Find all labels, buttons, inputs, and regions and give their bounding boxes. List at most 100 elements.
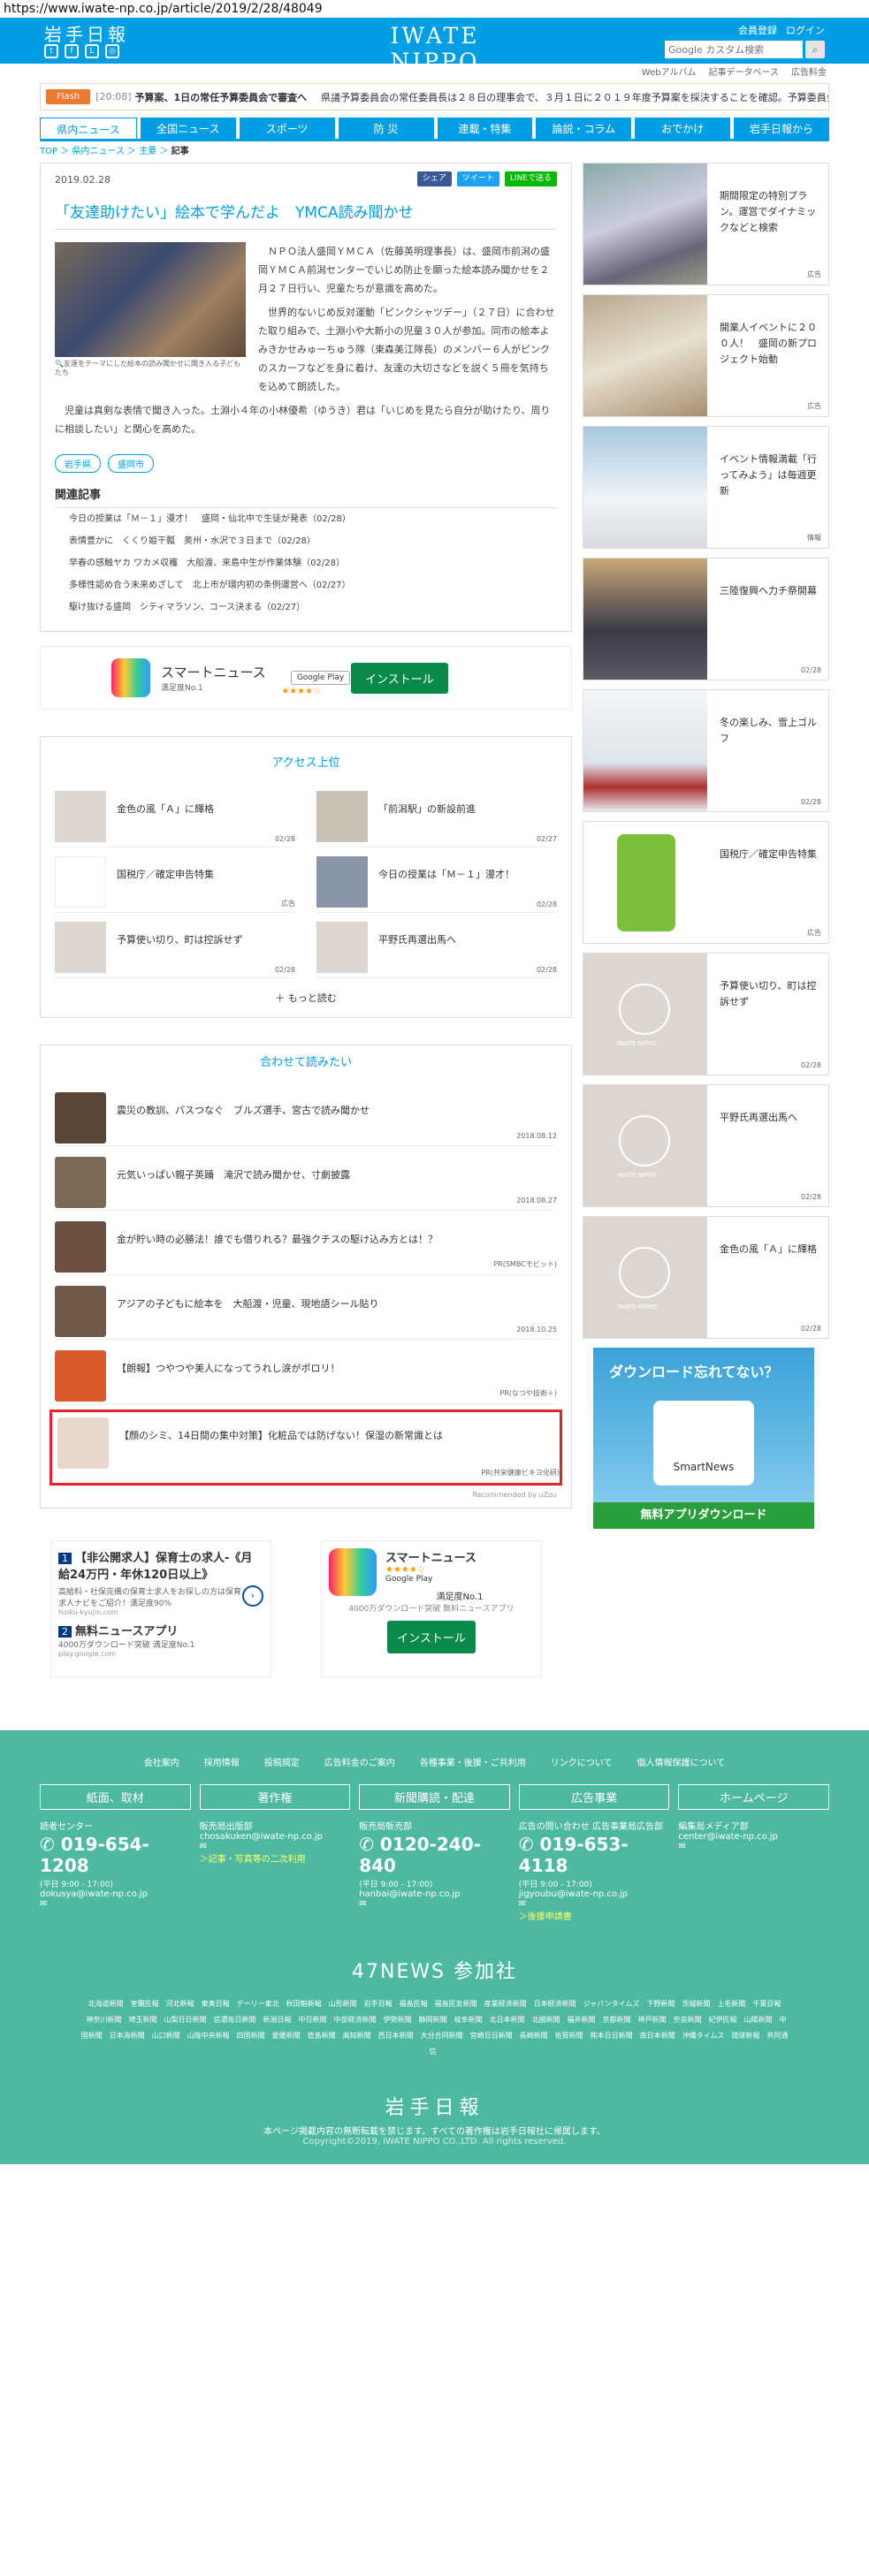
member-paper-link[interactable]: 北海道新聞 — [88, 2000, 124, 2008]
facebook-icon[interactable]: f — [65, 44, 79, 58]
flash-headline[interactable]: 予算案、1日の常任予算委員会で審査へ — [135, 90, 308, 104]
nav-sports[interactable]: スポーツ — [239, 118, 335, 139]
member-paper-link[interactable]: 埼玉新聞 — [129, 2016, 157, 2024]
contact-phone[interactable]: ✆ 019-654-1208 — [40, 1834, 191, 1876]
install-button[interactable]: インストール — [351, 662, 448, 694]
contact-email[interactable]: center@iwate-np.co.jp — [678, 1832, 829, 1842]
member-paper-link[interactable]: 秋田魁新報 — [286, 2000, 322, 2008]
breadcrumb-main[interactable]: 主要 — [139, 147, 156, 156]
sidebar-item[interactable]: 金色の風「Ａ」に輝格 02/28 — [583, 1216, 829, 1339]
ranking-item[interactable]: 平野氏再選出馬へ 02/28 — [316, 913, 557, 978]
member-paper-link[interactable]: 河北新報 — [166, 2000, 194, 2008]
breadcrumb-local[interactable]: 県内ニュース — [72, 147, 125, 156]
twitter-icon[interactable]: t — [44, 44, 58, 58]
member-paper-link[interactable]: デーリー東北 — [237, 2000, 279, 2008]
member-paper-link[interactable]: 岐阜新聞 — [454, 2016, 483, 2024]
member-paper-link[interactable]: 愛媛新聞 — [272, 2032, 301, 2040]
related-item[interactable]: 早春の感触ヤカ ワカメ収穫 大船渡、来島中生が作業体験（02/28） — [55, 552, 557, 574]
member-paper-link[interactable]: 南日本新聞 — [640, 2032, 675, 2040]
member-paper-link[interactable]: 高知新聞 — [343, 2032, 371, 2040]
member-paper-link[interactable]: 福島民友新聞 — [435, 2000, 477, 2008]
member-paper-link[interactable]: 沖縄タイムス — [682, 2032, 725, 2040]
member-paper-link[interactable]: 信濃毎日新聞 — [214, 2016, 256, 2024]
footer-link[interactable]: 広告料金のご案内 — [324, 1755, 395, 1768]
sidebar-item[interactable]: 開業人イベントに２００人！ 盛岡の新プロジェクト始動 広告 — [583, 294, 829, 417]
reco-item[interactable]: アジアの子どもに絵本を 大船渡・児童、現地語シール貼り 2018.10.25 — [55, 1275, 557, 1340]
mail-icon[interactable]: ✉ — [678, 1842, 829, 1851]
contact-email[interactable]: chosakuken@iwate-np.co.jp — [200, 1832, 351, 1842]
breadcrumb-top[interactable]: TOP — [40, 147, 57, 156]
ranking-item[interactable]: 「前潟駅」の新設前進 02/27 — [316, 782, 557, 847]
member-paper-link[interactable]: 京都新聞 — [603, 2016, 631, 2024]
member-paper-link[interactable]: ジャパンタイムズ — [583, 2000, 640, 2008]
nav-from-nippo[interactable]: 岩手日報から — [734, 118, 829, 139]
contact-email[interactable]: hanbai@iwate-np.co.jp — [359, 1889, 510, 1899]
job-ad[interactable]: 1 【非公開求人】保育士の求人-《月給24万円・年休120日以上》 › 高給料・社… — [50, 1540, 271, 1677]
member-paper-link[interactable]: 佐賀新聞 — [555, 2032, 583, 2040]
reuse-link[interactable]: ＞記事・写真等の二次利用 — [200, 1851, 351, 1865]
sidebar-item[interactable]: 三陸復興へ力チ祭開幕 02/28 — [583, 558, 829, 680]
member-paper-link[interactable]: 山陰中央新報 — [187, 2032, 230, 2040]
mail-icon[interactable]: ✉ — [200, 1842, 351, 1851]
member-paper-link[interactable]: 奈良新聞 — [674, 2016, 702, 2024]
mail-icon[interactable]: ✉ — [40, 1899, 191, 1909]
sidebar-item[interactable]: 予算使い切り、町は控訴せず 02/28 — [583, 953, 829, 1075]
facebook-share-button[interactable]: シェア — [416, 171, 452, 186]
util-link-album[interactable]: Webアルバム — [642, 64, 697, 83]
ranking-item[interactable]: 今日の授業は「Ｍ－１」漫才！ 02/28 — [316, 847, 557, 913]
member-paper-link[interactable]: 茨城新聞 — [682, 2000, 710, 2008]
util-link-adrates[interactable]: 広告料金 — [791, 64, 827, 83]
google-play-badge[interactable]: Google Play — [290, 671, 351, 685]
reco-item-highlighted[interactable]: 【顔のシミ、14日間の集中対策】化粧品では防げない！保湿の新常識とは PR(共栄健… — [50, 1410, 562, 1486]
mail-icon[interactable]: ✉ — [359, 1899, 510, 1909]
recommended-by[interactable]: Recommended by uZou — [55, 1486, 557, 1499]
member-paper-link[interactable]: 下野新聞 — [646, 2000, 675, 2008]
smartnews-ad[interactable]: スマートニュース ★★★★☆ Google Play 満足度No.1 4000万… — [321, 1540, 542, 1677]
sidebar-item[interactable]: 期間限定の特別プラン。運営でダイナミックなどと検索 広告 — [583, 163, 829, 285]
member-paper-link[interactable]: 北國新聞 — [532, 2016, 560, 2024]
util-link-database[interactable]: 記事データベース — [709, 64, 780, 83]
register-link[interactable]: 会員登録 — [738, 23, 777, 37]
member-paper-link[interactable]: 日本海新聞 — [110, 2032, 145, 2040]
member-paper-link[interactable]: 山梨日日新聞 — [164, 2016, 207, 2024]
nav-outing[interactable]: おでかけ — [635, 118, 731, 139]
related-item[interactable]: 表情豊かに くくり姫干瓢 奥州・水沢で３日まで（02/28） — [55, 530, 557, 552]
sidebar-item[interactable]: 平野氏再選出馬へ 02/28 — [583, 1084, 829, 1207]
member-paper-link[interactable]: 西日本新聞 — [378, 2032, 414, 2040]
member-paper-link[interactable]: 東奥日報 — [202, 2000, 230, 2008]
member-paper-link[interactable]: 山口新聞 — [152, 2032, 180, 2040]
nav-column[interactable]: 論説・コラム — [536, 118, 632, 139]
member-paper-link[interactable]: 神奈川新聞 — [87, 2016, 122, 2024]
read-more-button[interactable]: ＋ もっと読む — [55, 978, 557, 1005]
member-paper-link[interactable]: 岩手日報 — [364, 2000, 393, 2008]
footer-logo[interactable]: 岩手日報 — [0, 2092, 869, 2120]
footer-link[interactable]: 会社案内 — [144, 1755, 179, 1768]
line-share-button[interactable]: LINEで送る — [504, 171, 557, 186]
nav-national-news[interactable]: 全国ニュース — [140, 118, 236, 139]
contact-email[interactable]: jigyoubu@iwate-np.co.jp — [519, 1889, 670, 1899]
member-paper-link[interactable]: 四国新聞 — [237, 2032, 265, 2040]
contact-phone[interactable]: ✆ 019-653-4118 — [519, 1834, 670, 1876]
search-icon[interactable]: ⌕ — [805, 41, 825, 58]
member-paper-link[interactable]: 大分合同新聞 — [421, 2032, 463, 2040]
member-paper-link[interactable]: 新潟日報 — [263, 2016, 292, 2024]
tag-iwate[interactable]: 岩手県 — [55, 454, 101, 473]
member-paper-link[interactable]: 琉球新報 — [731, 2032, 759, 2040]
member-paper-link[interactable]: 中日新聞 — [299, 2016, 327, 2024]
member-paper-link[interactable]: 上毛新聞 — [717, 2000, 745, 2008]
member-paper-link[interactable]: 山形新聞 — [329, 2000, 357, 2008]
login-link[interactable]: ログイン — [786, 23, 825, 37]
member-paper-link[interactable]: 福井新聞 — [568, 2016, 596, 2024]
article-photo[interactable]: 🔍友達をテーマにした絵本の読み聞かせに聞き入る子どもたち — [55, 242, 246, 378]
article-image[interactable] — [55, 242, 246, 357]
member-paper-link[interactable]: 産業経済新聞 — [484, 2000, 527, 2008]
member-paper-link[interactable]: 北日本新聞 — [490, 2016, 525, 2024]
chevron-right-icon[interactable]: › — [242, 1585, 263, 1607]
related-item[interactable]: 多様性認め合う未来めざして 北上市が環内初の条例運営へ（02/27） — [55, 574, 557, 597]
reco-item[interactable]: 震災の教訓、パスつなぐ ブルズ選手、宮古で読み聞かせ 2018.08.12 — [55, 1082, 557, 1146]
member-paper-link[interactable]: 日本経済新聞 — [534, 2000, 576, 2008]
nav-local-news[interactable]: 県内ニュース — [40, 118, 137, 139]
ranking-item[interactable]: 予算使い切り、町は控訴せず 02/28 — [55, 913, 295, 978]
reco-item[interactable]: 元気いっぱい親子英踊 滝沢で読み聞かせ、寸劇披露 2018.08.27 — [55, 1146, 557, 1211]
reco-item[interactable]: 金が貯い時の必勝法！誰でも借りれる？最強クチスの駆け込み方とは！？ PR(SMBC… — [55, 1211, 557, 1275]
